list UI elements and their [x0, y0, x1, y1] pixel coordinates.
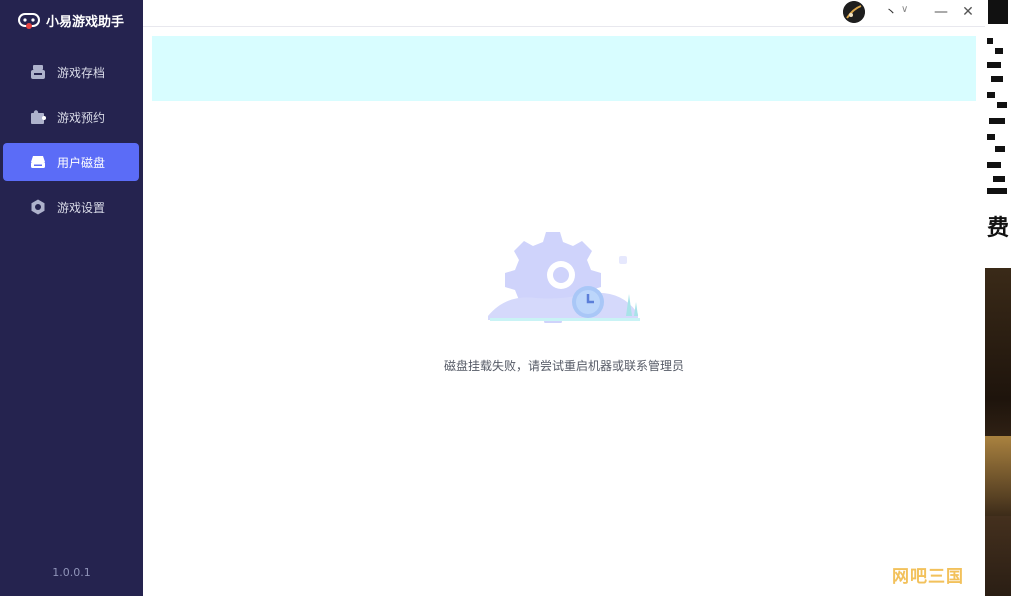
empty-state-message: 磁盘挂载失败，请尝试重启机器或联系管理员 [443, 359, 684, 373]
ad-image [985, 268, 1011, 596]
sidebar-item-label: 游戏设置 [57, 200, 106, 215]
sidebar-menu: 游戏存档 游戏预约 用户磁盘 游戏设置 [3, 53, 139, 233]
sidebar-item-label: 游戏预约 [57, 110, 106, 125]
app-version: 1.0.0.1 [52, 566, 91, 579]
side-ad-strip[interactable]: 费 [985, 0, 1011, 596]
gear-icon [29, 198, 47, 216]
app-title: 小易游戏助手 [46, 14, 125, 30]
user-name[interactable]: 丶 [885, 3, 897, 20]
main-panel: 丶 ∨ — ✕ 磁盘挂载失败，请尝试重启机器或联系管理员 [143, 0, 985, 596]
sidebar-item-game-reservation[interactable]: 游戏预约 [3, 98, 139, 136]
sidebar-item-game-archive[interactable]: 游戏存档 [3, 53, 139, 91]
sidebar-item-label: 用户磁盘 [57, 155, 106, 170]
title-bar: 丶 ∨ — ✕ [143, 0, 985, 27]
app-brand: 小易游戏助手 [18, 10, 124, 30]
puzzle-icon [29, 108, 47, 126]
disk-error-illustration-icon [486, 228, 646, 328]
gamepad-logo-icon [18, 11, 40, 29]
disk-icon [29, 153, 47, 171]
chevron-down-icon[interactable]: ∨ [901, 4, 908, 15]
save-archive-icon [29, 63, 47, 81]
ad-text: 费 [987, 216, 1010, 241]
minimize-button[interactable]: — [931, 2, 951, 22]
sidebar-item-user-disk[interactable]: 用户磁盘 [3, 143, 139, 181]
sidebar: 小易游戏助手 游戏存档 游戏预约 用户磁盘 游戏设置 1.0.0.1 [0, 0, 143, 596]
sidebar-item-game-settings[interactable]: 游戏设置 [3, 188, 139, 226]
avatar[interactable] [843, 1, 865, 23]
notice-banner [152, 36, 976, 101]
watermark-logo: 网吧三国 [892, 567, 964, 587]
close-button[interactable]: ✕ [958, 2, 978, 22]
sidebar-item-label: 游戏存档 [57, 65, 106, 80]
